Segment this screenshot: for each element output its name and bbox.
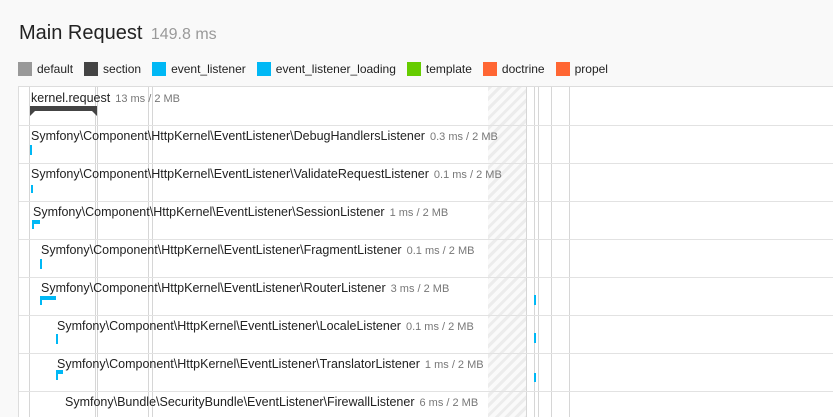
legend-item-default[interactable]: default <box>18 62 73 76</box>
event-meta: 3 ms / 2 MB <box>390 283 450 295</box>
legend-item-event-listener[interactable]: event_listener <box>152 62 246 76</box>
legend-label: default <box>37 62 74 76</box>
timeline-row[interactable]: Symfony\Component\HttpKernel\EventListen… <box>19 277 833 316</box>
event-meta: 13 ms / 2 MB <box>115 93 181 105</box>
legend-swatch-event-listener <box>152 62 167 76</box>
legend-swatch-doctrine <box>482 62 497 76</box>
timeline-chart: kernel.request 13 ms / 2 MB Symfony\Compo… <box>18 86 833 417</box>
event-bar <box>30 145 32 155</box>
timeline-row[interactable]: Symfony\Component\HttpKernel\EventListen… <box>19 201 833 240</box>
event-label: Symfony\Component\HttpKernel\EventListen… <box>31 129 498 143</box>
event-meta: 1 ms / 2 MB <box>389 207 449 219</box>
event-label: kernel.request 13 ms / 2 MB <box>31 91 180 105</box>
legend-label: event_listener <box>171 62 246 76</box>
legend-swatch-propel <box>555 62 570 76</box>
event-meta: 0.1 ms / 2 MB <box>405 321 474 333</box>
legend-swatch-section <box>84 62 99 76</box>
event-meta: 0.1 ms / 2 MB <box>406 245 475 257</box>
timeline-row-kernel-request[interactable]: kernel.request 13 ms / 2 MB <box>19 87 833 126</box>
legend-item-event-listener-loading[interactable]: event_listener_loading <box>256 62 396 76</box>
event-bar <box>56 334 58 344</box>
event-bar <box>534 333 536 343</box>
timeline-row[interactable]: Symfony\Component\HttpKernel\EventListen… <box>19 353 833 392</box>
event-label: Symfony\Bundle\SecurityBundle\EventListe… <box>65 395 478 409</box>
event-bar <box>534 295 536 305</box>
legend-item-propel[interactable]: propel <box>555 62 608 76</box>
legend-swatch-default <box>18 62 32 76</box>
event-label: Symfony\Component\HttpKernel\EventListen… <box>33 205 448 219</box>
legend-item-section[interactable]: section <box>84 62 141 76</box>
legend-item-doctrine[interactable]: doctrine <box>482 62 545 76</box>
legend-label: template <box>425 62 472 76</box>
event-bar <box>40 296 56 300</box>
legend-swatch-event-listener-loading <box>256 62 271 76</box>
event-meta: 0.1 ms / 2 MB <box>433 169 502 181</box>
event-label: Symfony\Component\HttpKernel\EventListen… <box>57 357 484 371</box>
event-name: Symfony\Component\HttpKernel\EventListen… <box>31 129 425 143</box>
event-name: Symfony\Bundle\SecurityBundle\EventListe… <box>65 395 415 409</box>
event-meta: 1 ms / 2 MB <box>424 359 484 371</box>
event-label: Symfony\Component\HttpKernel\EventListen… <box>57 319 474 333</box>
event-bar <box>56 370 63 374</box>
page-title: Main Request <box>19 22 143 44</box>
timeline-row[interactable]: Symfony\Component\HttpKernel\EventListen… <box>19 315 833 354</box>
event-label: Symfony\Component\HttpKernel\EventListen… <box>31 167 502 181</box>
timeline-row[interactable]: Symfony\Component\HttpKernel\EventListen… <box>19 239 833 278</box>
event-bar <box>31 185 33 193</box>
event-bar <box>32 220 40 224</box>
event-meta: 6 ms / 2 MB <box>419 397 479 409</box>
legend-label: event_listener_loading <box>275 62 396 76</box>
legend-label: section <box>103 62 142 76</box>
timeline-row[interactable]: Symfony\Bundle\SecurityBundle\EventListe… <box>19 391 833 417</box>
event-name: kernel.request <box>31 91 111 105</box>
legend-label: doctrine <box>501 62 545 76</box>
legend-item-template[interactable]: template <box>406 62 472 76</box>
event-meta: 0.3 ms / 2 MB <box>429 131 498 143</box>
event-name: Symfony\Component\HttpKernel\EventListen… <box>41 281 386 295</box>
section-bar <box>30 106 97 116</box>
total-duration: 149.8 ms <box>150 26 217 43</box>
legend-swatch-template <box>406 62 421 76</box>
panel-header: Main Request 149.8 ms <box>19 22 217 45</box>
event-label: Symfony\Component\HttpKernel\EventListen… <box>41 281 449 295</box>
event-name: Symfony\Component\HttpKernel\EventListen… <box>57 357 420 371</box>
legend-label: propel <box>574 62 608 76</box>
timeline-row[interactable]: Symfony\Component\HttpKernel\EventListen… <box>19 163 833 202</box>
event-name: Symfony\Component\HttpKernel\EventListen… <box>57 319 401 333</box>
event-name: Symfony\Component\HttpKernel\EventListen… <box>33 205 385 219</box>
legend: default section event_listener event_lis… <box>18 62 619 76</box>
timeline-row[interactable]: Symfony\Component\HttpKernel\EventListen… <box>19 125 833 164</box>
event-label: Symfony\Component\HttpKernel\EventListen… <box>41 243 474 257</box>
event-bar <box>534 373 536 382</box>
event-bar <box>40 259 42 269</box>
event-name: Symfony\Component\HttpKernel\EventListen… <box>31 167 429 181</box>
event-name: Symfony\Component\HttpKernel\EventListen… <box>41 243 402 257</box>
